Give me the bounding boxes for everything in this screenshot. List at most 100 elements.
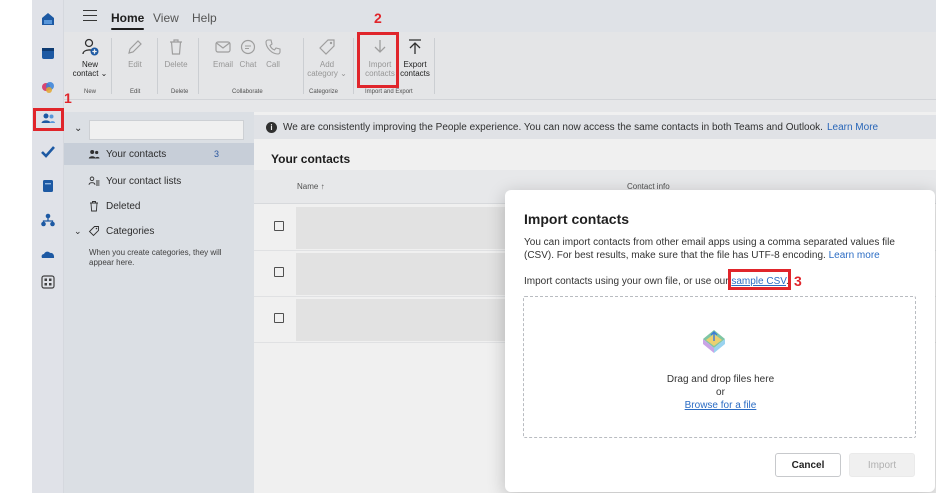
call-button[interactable]: Call — [253, 36, 293, 69]
ribbon: New contact ⌄ Edit Delete Email Chat Cal… — [64, 32, 936, 100]
outer-frame — [0, 0, 32, 493]
tab-home[interactable]: Home — [111, 11, 145, 30]
delete-label: Delete — [164, 60, 188, 69]
pencil-icon — [124, 36, 146, 58]
new-contact-button[interactable]: New contact ⌄ — [70, 36, 110, 78]
browse-file-link[interactable]: Browse for a file — [685, 400, 757, 411]
onedrive-app-icon[interactable] — [39, 245, 57, 263]
people-list-icon — [88, 175, 100, 187]
drop-text: Drag and drop files here — [666, 374, 775, 385]
group-label-delete: Delete — [171, 89, 189, 95]
sidebar-item-categories[interactable]: ⌄ Categories — [64, 220, 254, 242]
import-contacts-label-2: contacts — [365, 69, 395, 78]
add-category-label-2: category ⌄ — [307, 69, 347, 78]
categories-hint: When you create categories, they will ap… — [89, 248, 222, 267]
notes-app-icon[interactable] — [39, 177, 57, 195]
person-add-icon — [79, 36, 101, 58]
arrow-up-icon — [404, 36, 426, 58]
page-title: Your contacts — [271, 152, 351, 166]
group-label-collaborate: Collaborate — [232, 89, 263, 95]
calendar-app-icon[interactable] — [39, 44, 57, 62]
export-contacts-label-2: contacts — [400, 69, 430, 78]
info-banner: i We are consistently improving the Peop… — [254, 115, 936, 139]
banner-learn-more-link[interactable]: Learn More — [827, 122, 878, 133]
annotation-number-1: 1 — [64, 90, 72, 106]
group-label-categorize: Categorize — [309, 89, 339, 95]
sample-csv-suffix: . — [786, 276, 789, 287]
banner-text: We are consistently improving the People… — [283, 121, 823, 133]
group-separator — [434, 38, 435, 94]
import-contacts-label-1: Import — [368, 60, 392, 69]
sidebar-item-deleted[interactable]: Deleted — [64, 195, 254, 217]
sidebar-item-label: Your contact lists — [106, 175, 182, 187]
redacted-contact — [296, 299, 506, 341]
group-separator — [353, 38, 354, 94]
account-name-box — [89, 120, 244, 140]
account-selector[interactable]: ⌄ — [64, 118, 254, 140]
row-checkbox[interactable] — [274, 221, 284, 231]
tab-view[interactable]: View — [153, 11, 179, 25]
drop-or-text: or — [716, 387, 725, 398]
row-checkbox[interactable] — [274, 313, 284, 323]
import-button[interactable]: Import — [849, 453, 915, 477]
more-apps-icon[interactable] — [39, 273, 57, 291]
copilot-app-icon[interactable] — [39, 78, 57, 96]
contacts-sidebar: ⌄ Your contacts 3 Your contact lists Del… — [64, 112, 254, 493]
add-category-button[interactable]: Add category ⌄ — [307, 36, 347, 78]
org-app-icon[interactable] — [39, 211, 57, 229]
todo-app-icon[interactable] — [39, 143, 57, 161]
dialog-title: Import contacts — [524, 211, 630, 227]
dialog-description: You can import contacts from other email… — [524, 236, 919, 262]
group-label-edit: Edit — [130, 89, 141, 95]
import-contacts-button[interactable]: Import contacts — [360, 36, 400, 78]
group-separator — [157, 38, 158, 94]
trash-icon — [165, 36, 187, 58]
delete-button[interactable]: Delete — [156, 36, 196, 69]
tag-icon — [316, 36, 338, 58]
export-contacts-button[interactable]: Export contacts — [395, 36, 435, 78]
new-contact-label-2: contact ⌄ — [72, 69, 108, 78]
dialog-learn-more-link[interactable]: Learn more — [829, 250, 880, 261]
tab-help[interactable]: Help — [192, 11, 217, 25]
arrow-down-icon — [369, 36, 391, 58]
chevron-down-icon[interactable]: ⌄ — [74, 123, 82, 134]
redacted-contact — [296, 207, 506, 249]
sidebar-item-your-contacts[interactable]: Your contacts 3 — [64, 143, 254, 165]
hamburger-menu-icon[interactable] — [83, 10, 97, 22]
column-name-header[interactable]: Name ↑ — [297, 182, 325, 191]
group-separator — [303, 38, 304, 94]
chevron-down-icon[interactable]: ⌄ — [74, 226, 82, 237]
browse-link-wrap: Browse for a file — [524, 400, 917, 411]
group-separator — [111, 38, 112, 94]
sidebar-item-label: Deleted — [106, 200, 141, 212]
call-label: Call — [266, 60, 280, 69]
sidebar-item-label: Your contacts — [106, 148, 167, 160]
edit-label: Edit — [128, 60, 142, 69]
app-rail — [32, 0, 64, 493]
cancel-button[interactable]: Cancel — [775, 453, 841, 477]
file-upload-icon — [700, 327, 728, 355]
phone-icon — [262, 36, 284, 58]
group-label-new: New — [84, 89, 97, 95]
annotation-number-2: 2 — [374, 10, 382, 26]
mail-app-icon[interactable] — [39, 10, 57, 28]
info-icon: i — [266, 121, 277, 133]
contacts-count: 3 — [214, 149, 220, 159]
sample-csv-line: Import contacts using your own file, or … — [524, 276, 789, 287]
people-icon — [88, 148, 100, 160]
sidebar-item-label: Categories — [106, 225, 155, 237]
import-contacts-dialog: Import contacts You can import contacts … — [505, 190, 935, 492]
annotation-number-3: 3 — [794, 273, 802, 289]
edit-button[interactable]: Edit — [115, 36, 155, 69]
sample-csv-link[interactable]: sample CSV — [731, 276, 786, 287]
group-label-import-export: Import and Export — [365, 89, 413, 95]
sidebar-item-contact-lists[interactable]: Your contact lists — [64, 170, 254, 192]
new-contact-label-1: New — [81, 60, 98, 69]
redacted-contact — [296, 253, 506, 295]
file-drop-zone[interactable]: Drag and drop files here or Browse for a… — [523, 296, 916, 438]
group-separator — [198, 38, 199, 94]
people-app-icon[interactable] — [39, 109, 57, 127]
row-checkbox[interactable] — [274, 267, 284, 277]
menu-bar: Home View Help — [64, 0, 936, 32]
add-category-label-1: Add — [319, 60, 335, 69]
